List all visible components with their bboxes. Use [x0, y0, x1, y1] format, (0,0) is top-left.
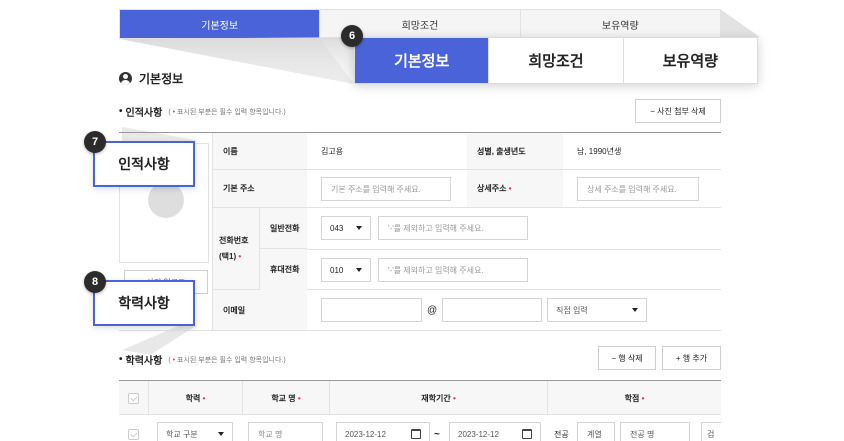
- header-grade: 학점 •: [624, 393, 645, 403]
- education-callout: 학력사항: [93, 280, 195, 326]
- tab-basic-info-zoomed[interactable]: 기본정보: [355, 38, 490, 83]
- mobile-input[interactable]: '-'를 제외하고 입력해 주세요.: [378, 258, 528, 282]
- major-type-input[interactable]: 계열: [577, 422, 615, 441]
- address-input[interactable]: 기본 주소를 입력해 주세요.: [321, 177, 451, 201]
- header-school: 학교 명 •: [243, 381, 330, 415]
- education-subtitle: • 학력사항 ( • 표시된 부분은 필수 입력 항목입니다.): [119, 354, 286, 367]
- personal-subtitle: • 인적사항 ( • 표시된 부분은 필수 입력 항목입니다.): [119, 106, 286, 119]
- avatar-icon: [148, 182, 184, 218]
- landline-label: 일반전화: [259, 208, 307, 249]
- select-all-checkbox-cell[interactable]: [119, 381, 149, 415]
- tab-basic-info[interactable]: 기본정보: [120, 10, 321, 38]
- major-name-input[interactable]: 전공 명: [620, 422, 690, 441]
- start-date-input[interactable]: 2023-12-12: [336, 422, 430, 441]
- email-id-input[interactable]: [321, 298, 422, 322]
- tab-desired-conditions-zoomed[interactable]: 희망조건: [489, 38, 624, 83]
- phone-label: 전화번호 (택1) •: [213, 208, 259, 289]
- gender-label: 성별, 출생년도: [467, 133, 563, 169]
- section-title: 기본정보: [119, 70, 183, 87]
- name-value: 김고용: [321, 146, 344, 156]
- detail-address-input[interactable]: 상세 주소를 입력해 주세요.: [577, 177, 699, 201]
- required-note: ( • 표시된 부분은 필수 입력 항목입니다.): [168, 356, 286, 364]
- education-header: 학력 • 학교 명 • 재학기간 • 학점 •: [119, 381, 721, 415]
- personal-callout: 인적사항: [93, 141, 195, 187]
- step-badge-7: 7: [84, 131, 106, 153]
- delete-photo-button[interactable]: − 사진 첨부 삭제: [635, 99, 721, 123]
- email-label: 이메일: [213, 290, 307, 330]
- row-address: 기본 주소 기본 주소를 입력해 주세요. 상세주소 • 상세 주소를 입력해 …: [213, 170, 721, 208]
- tab-bar: 기본정보 희망조건 보유역량: [119, 9, 721, 39]
- row-phone: 전화번호 (택1) • 일반전화 휴대전화 043 '-'를 제외하고 입력해 …: [213, 208, 721, 290]
- row-email: 이메일 @ 직접 입력: [213, 290, 721, 331]
- calendar-icon[interactable]: [411, 429, 421, 439]
- mobile-code-select[interactable]: 010: [321, 258, 371, 282]
- required-note: ( • 표시된 부분은 필수 입력 항목입니다.): [168, 108, 286, 116]
- landline-input[interactable]: '-'를 제외하고 입력해 주세요.: [378, 216, 528, 240]
- mobile-label: 휴대전화: [259, 249, 307, 290]
- address-label: 기본 주소: [213, 170, 307, 207]
- step-badge-6: 6: [341, 25, 363, 47]
- delete-row-button[interactable]: − 행 삭제: [598, 346, 656, 370]
- checkbox[interactable]: [128, 392, 139, 404]
- chevron-down-icon: [632, 308, 638, 312]
- section-title-text: 기본정보: [139, 72, 184, 86]
- education-title: 학력사항: [125, 356, 163, 367]
- landline-code-select[interactable]: 043: [321, 216, 371, 240]
- chevron-down-icon: [356, 226, 362, 230]
- school-level-select[interactable]: 학교 구분: [157, 422, 233, 441]
- school-name-input[interactable]: 학교 명: [248, 422, 323, 441]
- detail-address-label: 상세주소 •: [467, 170, 563, 207]
- row-name: 이름 김고용 성별, 출생년도 남, 1990년생: [213, 133, 721, 170]
- user-icon: [119, 72, 132, 85]
- education-table: 학력 • 학교 명 • 재학기간 • 학점 • 학교 구분 학교 명 2023-…: [119, 380, 721, 441]
- name-label: 이름: [213, 133, 307, 169]
- personal-info-table: 사진 업로드 이름 김고용 성별, 출생년도 남, 1990년생 기본 주소 기…: [119, 132, 721, 331]
- email-domain-select[interactable]: 직접 입력: [547, 298, 647, 322]
- row-checkbox[interactable]: [128, 429, 139, 440]
- table-row: 학교 구분 학교 명 2023-12-12 ~ 2023-12-12 전공 계열…: [119, 415, 721, 441]
- header-level: 학력 •: [149, 381, 243, 415]
- tab-competencies[interactable]: 보유역량: [521, 10, 720, 38]
- step-badge-8: 8: [84, 271, 106, 293]
- end-date-input[interactable]: 2023-12-12: [449, 422, 541, 441]
- header-period: 재학기간 •: [330, 381, 548, 415]
- calendar-icon[interactable]: [522, 429, 532, 439]
- email-at-sign: @: [427, 304, 438, 316]
- date-range-tilde: ~: [434, 428, 440, 440]
- tab-competencies-zoomed[interactable]: 보유역량: [624, 38, 757, 83]
- grade-input[interactable]: 검: [701, 422, 721, 441]
- gender-value: 남, 1990년생: [577, 146, 622, 156]
- major-label: 전공: [554, 429, 569, 439]
- email-domain-input[interactable]: [442, 298, 542, 322]
- chevron-down-icon: [356, 268, 362, 272]
- add-row-button[interactable]: + 행 추가: [662, 346, 721, 370]
- personal-title: 인적사항: [125, 108, 163, 119]
- tab-bar-zoomed: 기본정보 희망조건 보유역량: [354, 37, 758, 84]
- chevron-down-icon: [218, 432, 224, 436]
